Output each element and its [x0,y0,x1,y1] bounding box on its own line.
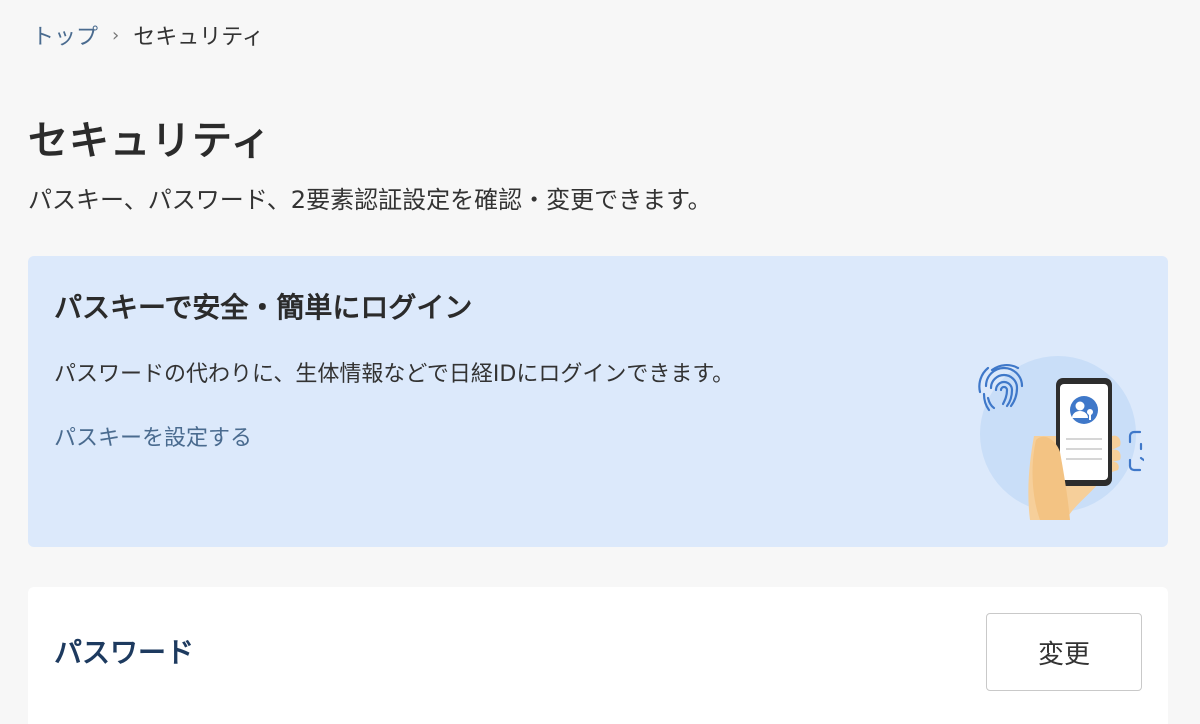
breadcrumb: トップ › セキュリティ [32,19,264,51]
passkey-illustration-icon [974,348,1170,528]
breadcrumb-home-link[interactable]: トップ [32,19,98,51]
change-password-button[interactable]: 変更 [986,613,1142,691]
password-card-title: パスワード [54,636,195,669]
breadcrumb-current: セキュリティ [133,25,264,50]
password-card: パスワード 変更 [28,587,1168,724]
page-description: パスキー、パスワード、2要素認証設定を確認・変更できます。 [28,186,712,214]
breadcrumb-separator-icon: › [112,24,120,46]
passkey-card-description: パスワードの代わりに、生体情報などで日経IDにログインできます。 [54,362,735,387]
setup-passkey-link[interactable]: パスキーを設定する [54,420,252,452]
page-title: セキュリティ [28,118,272,164]
passkey-promo-card: パスキーで安全・簡単にログイン パスワードの代わりに、生体情報などで日経IDにロ… [28,256,1170,547]
security-page: トップ › セキュリティ セキュリティ パスキー、パスワード、2要素認証設定を確… [0,0,1200,724]
passkey-card-title: パスキーで安全・簡単にログイン [54,291,473,324]
